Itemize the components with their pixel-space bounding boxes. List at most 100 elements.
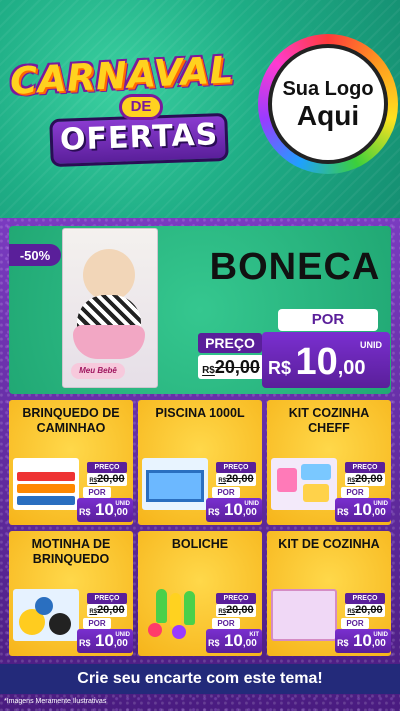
featured-old-price: R$20,00	[198, 355, 264, 379]
old-price: R$20,00	[87, 604, 127, 617]
title-carnaval: CARNAVAL	[9, 48, 235, 103]
logo-text-line1: Sua Logo	[282, 78, 374, 100]
price-tag: UNID R$ 10,00	[77, 629, 133, 653]
por-label: POR	[212, 487, 240, 498]
product-card[interactable]: BOLICHE PREÇO R$20,00 POR KIT R$ 10,00	[138, 531, 262, 656]
price-currency: R$	[268, 358, 292, 378]
kitchen-item-shape	[303, 484, 329, 502]
product-name: KIT DE COZINHA	[278, 537, 380, 551]
price-tag: UNID R$ 10,00	[335, 498, 391, 522]
old-currency: R$	[202, 365, 215, 376]
bowling-pin-shape	[184, 591, 195, 625]
header-banner: CARNAVAL OFERTAS DE Sua Logo Aqui	[0, 0, 400, 218]
old-currency: R$	[218, 478, 227, 484]
bowling-set-image	[142, 589, 208, 641]
old-currency: R$	[218, 609, 227, 615]
discount-badge: -50%	[9, 244, 61, 266]
old-currency: R$	[89, 478, 98, 484]
old-price: R$20,00	[216, 473, 256, 486]
create-flyer-cta[interactable]: Crie seu encarte com este tema!	[0, 664, 400, 694]
kitchen-kit-image	[271, 589, 337, 641]
pool-frame-shape	[146, 470, 204, 502]
title-de: DE	[119, 94, 163, 120]
price-cents: ,00	[242, 507, 257, 518]
old-value: 20,00	[97, 604, 125, 616]
old-value: 20,00	[214, 357, 260, 377]
por-label: POR	[83, 487, 111, 498]
truck-shape	[17, 496, 75, 505]
por-label: POR	[212, 618, 240, 629]
featured-preco-label: PREÇO	[198, 333, 262, 353]
doll-skirt-shape	[73, 325, 145, 359]
price-integer: 10	[94, 500, 114, 519]
product-card[interactable]: PISCINA 1000L PREÇO R$20,00 POR UNID R$ …	[138, 400, 262, 525]
product-name: MOTINHA DE BRINQUEDO	[31, 537, 111, 566]
featured-product-name: BONECA	[209, 246, 381, 288]
old-value: 20,00	[355, 604, 383, 616]
images-disclaimer: *Imagens Meramente Ilustrativas	[4, 698, 107, 705]
motorcycle-shape	[35, 597, 53, 615]
price-currency: R$	[208, 638, 220, 648]
pool-image	[142, 458, 208, 510]
product-card[interactable]: KIT COZINHA CHEFF PREÇO R$20,00 POR UNID…	[267, 400, 391, 525]
price-integer: 10	[295, 341, 338, 383]
price: R$ 10,00	[208, 631, 257, 651]
truck-image	[13, 458, 79, 510]
price-tag: KIT R$ 10,00	[206, 629, 262, 653]
title-ofertas: OFERTAS	[59, 117, 219, 158]
product-card[interactable]: BRINQUEDO DE CAMINHAO PREÇO R$20,00 POR …	[9, 400, 133, 525]
doll-box-label: Meu Bebê	[71, 363, 125, 379]
carnival-title: CARNAVAL OFERTAS DE	[6, 48, 256, 178]
price: R$ 10,00	[337, 500, 386, 520]
product-card[interactable]: MOTINHA DE BRINQUEDO PREÇO R$20,00 POR U…	[9, 531, 133, 656]
old-value: 20,00	[97, 473, 125, 485]
price-cents: ,00	[371, 638, 386, 649]
price-cents: ,00	[113, 638, 128, 649]
old-currency: R$	[347, 609, 356, 615]
kitchen-set-image	[271, 458, 337, 510]
truck-shape	[17, 472, 75, 481]
price-tag: UNID R$ 10,00	[335, 629, 391, 653]
preco-label: PREÇO	[87, 462, 127, 473]
truck-shape	[17, 484, 75, 493]
price-cents: ,00	[337, 357, 366, 379]
old-price: R$20,00	[345, 604, 385, 617]
toy-motorcycle-image	[13, 589, 79, 641]
preco-label: PREÇO	[216, 593, 256, 604]
preco-label: PREÇO	[216, 462, 256, 473]
old-currency: R$	[347, 478, 356, 484]
logo-placeholder[interactable]: Sua Logo Aqui	[268, 44, 388, 164]
featured-price-tag: UNID R$ 10,00	[262, 332, 390, 388]
preco-label: PREÇO	[345, 593, 385, 604]
price-cents: ,00	[113, 507, 128, 518]
preco-label: PREÇO	[345, 462, 385, 473]
old-price: R$20,00	[345, 473, 385, 486]
old-value: 20,00	[226, 473, 254, 485]
product-name: BOLICHE	[171, 537, 229, 551]
featured-por-label: POR	[278, 309, 378, 331]
product-name: PISCINA 1000L	[155, 406, 245, 420]
old-value: 20,00	[226, 604, 254, 616]
bowling-pin-shape	[156, 589, 167, 623]
logo-text-line2: Aqui	[296, 100, 360, 131]
price-cents: ,00	[371, 507, 386, 518]
price-currency: R$	[79, 638, 91, 648]
product-card[interactable]: KIT DE COZINHA PREÇO R$20,00 POR UNID R$…	[267, 531, 391, 656]
por-label: POR	[341, 487, 369, 498]
old-price: R$20,00	[216, 604, 256, 617]
price-currency: R$	[337, 638, 349, 648]
product-name: BRINQUEDO DE CAMINHAO	[22, 406, 120, 435]
doll-head-shape	[83, 249, 135, 301]
bowling-ball-shape	[148, 623, 162, 637]
old-value: 20,00	[355, 473, 383, 485]
old-price: R$20,00	[87, 473, 127, 486]
price-integer: 10	[223, 500, 243, 519]
price-integer: 10	[94, 631, 114, 650]
product-name: KIT COZINHA CHEFF	[288, 406, 370, 435]
price-tag: UNID R$ 10,00	[77, 498, 133, 522]
price-tag: UNID R$ 10,00	[206, 498, 262, 522]
price-integer: 10	[223, 631, 243, 650]
bowling-pin-shape	[170, 593, 181, 627]
por-label: POR	[341, 618, 369, 629]
price-currency: R$	[208, 507, 220, 517]
